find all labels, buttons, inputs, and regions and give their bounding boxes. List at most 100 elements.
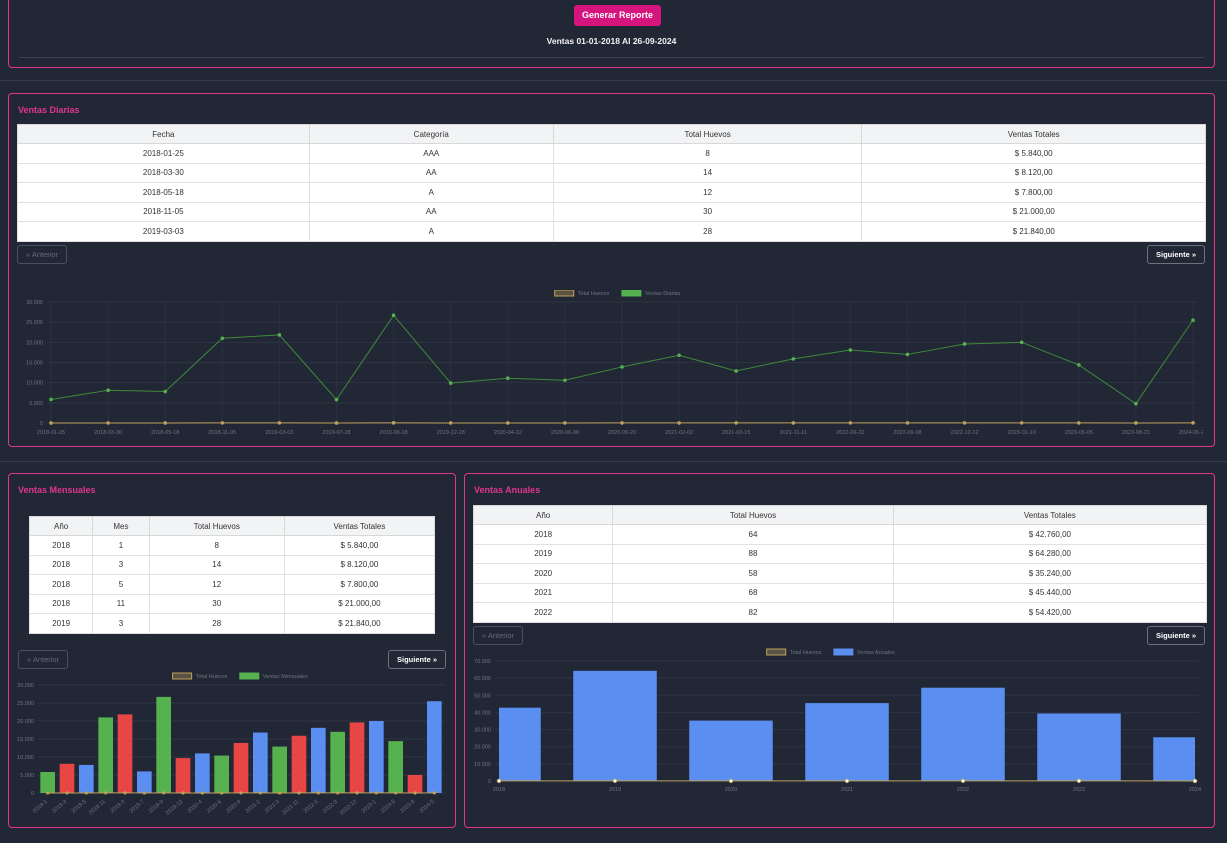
- data-point: [334, 421, 339, 425]
- table-row: 2019-03-03 A 28 $ 21.840,00: [17, 221, 1206, 242]
- data-point: [432, 791, 436, 795]
- date-range-text: Ventas 01-01-2018 Al 26-09-2024: [546, 36, 677, 46]
- x-tick-label: 2018-3: [51, 799, 68, 815]
- x-tick-label: 2021-11-11: [780, 430, 807, 436]
- y-tick-label: 10.000: [17, 755, 34, 761]
- annual-prev-button[interactable]: « Anterior: [473, 626, 524, 645]
- daily-prev-button[interactable]: « Anterior: [17, 245, 68, 264]
- column-header: Ventas Totales: [283, 516, 436, 536]
- legend-swatch: [833, 648, 854, 656]
- table-row: 2018 64 $ 42.760,00: [472, 524, 1208, 545]
- table-row: 2018 3 14 $ 8.120,00: [28, 554, 436, 575]
- table-cell: $ 21.000,00: [283, 593, 436, 614]
- table-cell: $ 8.120,00: [283, 554, 436, 575]
- legend-swatch: [766, 648, 787, 656]
- x-tick-label: 2024-5: [419, 799, 436, 815]
- data-point: [563, 421, 567, 425]
- bar: [40, 771, 56, 793]
- bar: [1153, 737, 1195, 781]
- column-header: Mes: [92, 516, 150, 536]
- bar: [117, 714, 133, 793]
- table-cell: 64: [612, 524, 894, 545]
- table-cell: 8: [552, 143, 863, 164]
- data-point: [506, 421, 510, 425]
- data-point: [394, 791, 398, 795]
- table-row: 2018 5 12 $ 7.800,00: [28, 574, 436, 595]
- data-point: [297, 791, 301, 795]
- table-cell: 2022: [472, 602, 614, 623]
- x-tick-label: 2023-8: [399, 799, 416, 815]
- legend-label: Ventas Anuales: [857, 650, 895, 656]
- data-point: [374, 791, 378, 795]
- table-cell: $ 64.280,00: [892, 543, 1208, 564]
- y-tick-label: 0: [488, 779, 491, 785]
- x-tick-label: 2019-3: [109, 799, 126, 815]
- data-point: [1192, 778, 1198, 784]
- monthly-prev-button[interactable]: « Anterior: [18, 650, 69, 669]
- daily-next-button[interactable]: Siguiente »: [1146, 245, 1205, 264]
- legend-swatch: [621, 290, 642, 297]
- bar: [689, 720, 773, 781]
- bar: [573, 670, 657, 781]
- table-cell: 2018: [28, 554, 94, 575]
- x-tick-label: 2024-05-26: [1179, 430, 1203, 436]
- table-row: 2019 88 $ 64.280,00: [472, 543, 1208, 564]
- y-tick-label: 5.000: [20, 773, 34, 779]
- data-point: [962, 342, 967, 346]
- data-point: [334, 397, 339, 402]
- x-tick-label: 2020-06-30: [551, 430, 579, 436]
- generate-report-button[interactable]: Generar Reporte: [574, 5, 662, 26]
- data-point: [239, 791, 243, 795]
- x-tick-label: 2022-09-08: [893, 430, 921, 436]
- x-tick-label: 2022: [957, 787, 969, 793]
- annual-next-button[interactable]: Siguiente »: [1146, 626, 1205, 645]
- x-tick-label: 2020: [725, 787, 737, 793]
- column-header: Total Huevos: [612, 505, 894, 525]
- x-tick-label: 2021-2: [245, 799, 262, 815]
- bar: [388, 741, 404, 793]
- table-cell: 58: [612, 563, 894, 584]
- data-point: [677, 421, 681, 425]
- y-tick-label: 40.000: [474, 710, 491, 716]
- data-point: [65, 791, 69, 795]
- table-cell: 2018: [28, 535, 94, 556]
- bar: [349, 722, 365, 793]
- table-cell: 82: [612, 602, 894, 623]
- data-point: [677, 353, 681, 358]
- x-tick-label: 2019-07-28: [322, 430, 350, 436]
- legend-label: Total Huevos: [578, 291, 610, 297]
- x-tick-label: 2022-12-12: [951, 430, 979, 436]
- annual-sales-title: Ventas Anuales: [474, 485, 541, 495]
- y-tick-label: 20.000: [474, 745, 491, 751]
- x-tick-label: 2021-3: [264, 799, 281, 815]
- y-tick-label: 15.000: [17, 737, 34, 743]
- table-cell: 11: [92, 593, 150, 614]
- monthly-next-button[interactable]: Siguiente »: [387, 650, 446, 669]
- x-tick-label: 2020-9: [225, 799, 242, 815]
- table-cell: 2018-05-18: [17, 182, 310, 203]
- table-cell: 88: [612, 543, 894, 564]
- data-point: [355, 791, 359, 795]
- table-cell: 1: [92, 535, 150, 556]
- data-point: [1191, 318, 1195, 322]
- table-cell: AAA: [308, 143, 554, 164]
- table-row: 2018-03-30 AA 14 $ 8.120,00: [17, 162, 1206, 183]
- data-point: [316, 791, 320, 795]
- table-cell: 30: [552, 201, 863, 222]
- table-cell: $ 7.800,00: [861, 182, 1206, 203]
- table-cell: 5: [92, 574, 150, 595]
- x-tick-label: 2022-6: [303, 799, 320, 815]
- legend-label: Ventas Diarias: [645, 291, 681, 297]
- y-tick-label: 30.000: [17, 683, 34, 689]
- data-point: [620, 365, 624, 369]
- table-cell: 28: [552, 221, 863, 242]
- data-point: [734, 421, 738, 425]
- table-row: 2018 11 30 $ 21.000,00: [28, 593, 436, 614]
- bar: [330, 731, 346, 793]
- y-tick-label: 20.000: [17, 719, 34, 725]
- data-point: [563, 378, 567, 383]
- bar: [214, 755, 230, 793]
- data-point: [49, 421, 53, 425]
- x-tick-label: 2019-9: [148, 799, 165, 815]
- x-tick-label: 2022-12: [339, 799, 358, 817]
